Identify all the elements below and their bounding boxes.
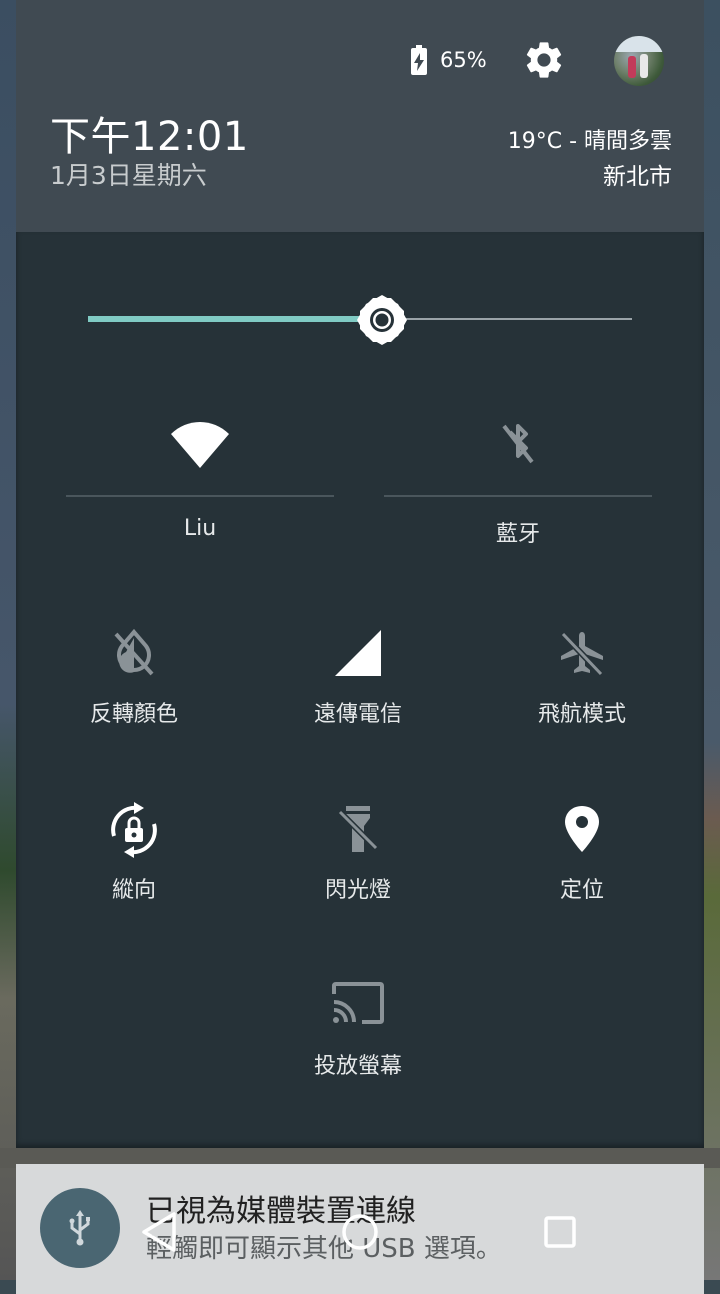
bluetooth-off-icon [502, 424, 534, 464]
wallpaper-right [704, 0, 720, 1280]
location-icon [565, 806, 599, 852]
airplane-off-icon [560, 631, 604, 677]
cast-icon [332, 982, 384, 1024]
tile-label: 閃光燈 [324, 878, 391, 903]
user-avatar[interactable] [614, 36, 664, 86]
cellular-signal-icon [335, 630, 381, 676]
wallpaper-left [0, 0, 16, 1280]
home-icon[interactable] [340, 1212, 380, 1252]
clock-date[interactable]: 1月3日星期六 [50, 156, 207, 192]
flashlight-off-icon [337, 806, 379, 852]
tile-label: 反轉顏色 [89, 702, 178, 727]
bluetooth-divider [384, 495, 652, 497]
tile-wifi[interactable] [66, 416, 334, 468]
tile-label: 遠傳電信 [313, 702, 402, 727]
rotation-lock-icon [111, 802, 157, 858]
tile-label: 飛航模式 [537, 702, 626, 727]
tile-location[interactable]: 定位 [482, 804, 682, 904]
notification-text: 輕觸即可顯示其他 USB 選項。 [146, 1234, 502, 1264]
clock-time[interactable]: 下午12:01 [50, 104, 249, 162]
usb-icon-circle [40, 1188, 120, 1268]
tile-bluetooth-label-wrap[interactable]: 藍牙 [384, 516, 652, 548]
recents-icon[interactable] [542, 1214, 578, 1250]
wifi-icon [171, 422, 229, 468]
tile-cast[interactable]: 投放螢幕 [258, 980, 458, 1080]
tile-bluetooth[interactable] [384, 420, 652, 470]
tile-label: 藍牙 [495, 522, 540, 547]
battery-charging-icon [411, 45, 427, 75]
tile-label: 投放螢幕 [313, 1054, 402, 1079]
tile-rotation[interactable]: 縱向 [34, 800, 234, 904]
weather-summary[interactable]: 19°C - 晴間多雲 [508, 123, 672, 155]
wifi-divider [66, 495, 334, 497]
weather-city[interactable]: 新北市 [603, 157, 672, 191]
tile-label: 定位 [559, 878, 604, 903]
gear-icon[interactable] [522, 38, 566, 82]
tile-cellular[interactable]: 遠傳電信 [258, 628, 458, 728]
tile-label: Liu [183, 516, 217, 541]
usb-icon [69, 1210, 90, 1246]
brightness-track-empty[interactable] [389, 318, 632, 320]
back-icon[interactable] [140, 1210, 180, 1254]
tile-label: 縱向 [111, 878, 156, 903]
brightness-track-filled[interactable] [88, 316, 374, 322]
invert-colors-off-icon [114, 628, 154, 676]
battery-percentage: 65% [440, 48, 487, 72]
tile-flashlight[interactable]: 閃光燈 [258, 804, 458, 904]
tile-invert-colors[interactable]: 反轉顏色 [34, 628, 234, 728]
tile-wifi-label-wrap[interactable]: Liu [66, 516, 334, 541]
tile-airplane[interactable]: 飛航模式 [482, 628, 682, 728]
brightness-icon[interactable] [356, 294, 408, 346]
